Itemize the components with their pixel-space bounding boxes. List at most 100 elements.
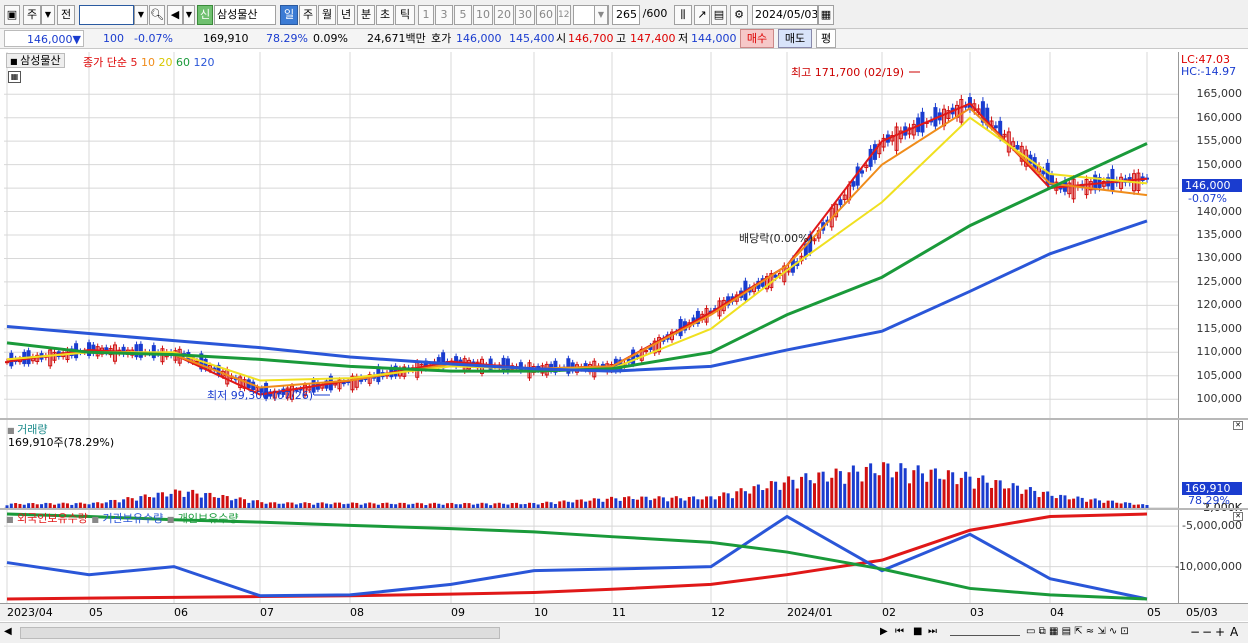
volume-bar (739, 488, 743, 508)
speaker-dropdown-icon[interactable]: ▼ (183, 5, 195, 25)
volume-bar (631, 499, 635, 508)
stock-name-field[interactable]: 삼성물산 (214, 5, 276, 25)
price-chart[interactable]: 최고 171,700 (02/19) 최저 99,300 (07/26) 배당락(0… (4, 52, 1178, 418)
scroll-thumb[interactable] (20, 627, 500, 639)
font-icon[interactable]: A (1230, 625, 1238, 639)
save-icon[interactable]: ▤ (711, 5, 727, 25)
volume-bar (718, 496, 721, 508)
ma-legend-60[interactable]: 60 (176, 56, 190, 69)
zoom-in-icon[interactable]: − (1202, 625, 1212, 639)
volume-bar (644, 496, 648, 508)
volume-bar (860, 481, 864, 508)
panel-close-icon[interactable]: ✕ (1233, 421, 1243, 430)
evaluate-button[interactable]: 평 (816, 29, 836, 48)
panel-close-icon[interactable]: ✕ (1233, 512, 1243, 521)
low-price: 144,000 (691, 32, 737, 45)
zoom-out-icon[interactable]: − (1190, 625, 1200, 639)
speaker-icon[interactable]: ◀ (167, 5, 183, 25)
interval-5[interactable]: 5 (454, 5, 472, 25)
volume-bar (1106, 500, 1110, 508)
change-value: 100 (103, 32, 124, 45)
legend-institution[interactable]: 기관보유수량 (102, 512, 163, 525)
legend-foreign[interactable]: 외국인보유수량 (17, 512, 88, 525)
ma-legend-120[interactable]: 120 (193, 56, 214, 69)
search-icon[interactable]: 🔍︎ (149, 5, 165, 25)
tab-minute[interactable]: 분 (357, 5, 375, 25)
chevron-down-icon[interactable]: ▼ (41, 5, 55, 25)
interval-dropdown-icon[interactable]: ▼ (594, 5, 608, 25)
y-tick-label: 110,000 (1196, 345, 1243, 359)
scroll-left-icon[interactable]: ◀ (4, 626, 12, 637)
draw-tool-icon[interactable]: ↗ (694, 5, 710, 25)
volume-bar (208, 492, 212, 508)
stock-chip[interactable]: ■ 삼성물산 (6, 53, 65, 68)
y-tick-label: 140,000 (1196, 204, 1243, 218)
volume-bar (804, 473, 808, 508)
interval-10[interactable]: 10 (473, 5, 493, 25)
candle-body (993, 125, 998, 129)
y-tick-label: 160,000 (1196, 110, 1243, 124)
volume-chart[interactable] (4, 420, 1178, 508)
tab-day[interactable]: 일 (280, 5, 298, 25)
x-tick-label: 2024/01 (787, 606, 833, 619)
calendar-icon[interactable]: ▦ (818, 5, 834, 25)
interval-30[interactable]: 30 (515, 5, 535, 25)
y-tick-label: 125,000 (1196, 274, 1243, 288)
interval-1[interactable]: 1 (418, 5, 434, 25)
y-tick-label: 115,000 (1196, 321, 1243, 335)
volume-bar (977, 477, 981, 508)
step-forward-icon[interactable]: ⏭ (928, 626, 937, 637)
x-tick-label: 09 (451, 606, 465, 619)
interval-3[interactable]: 3 (435, 5, 453, 25)
legend-individual[interactable]: 개인보유수량 (178, 512, 239, 525)
step-back-icon[interactable]: ⏮ (895, 626, 904, 637)
volume-bar (130, 498, 134, 508)
ma-legend-20[interactable]: 20 (158, 56, 172, 69)
play-icon[interactable]: ▶ (880, 626, 888, 637)
stop-icon[interactable]: ■ (913, 626, 922, 637)
interval-20[interactable]: 20 (494, 5, 514, 25)
code-dropdown-icon[interactable]: ▼ (134, 5, 148, 25)
tab-second[interactable]: 초 (376, 5, 394, 25)
candle-style-icon[interactable]: ⫼ (674, 5, 692, 25)
volume-bar (238, 497, 242, 508)
interval-120[interactable]: 120 (557, 5, 571, 25)
x-tick-label: 11 (612, 606, 626, 619)
sell-button[interactable]: 매도 (778, 29, 812, 48)
volume-bar (994, 480, 998, 508)
volume-bar (687, 496, 691, 508)
window-menu-icon[interactable]: ▣ (4, 5, 20, 25)
y-tick-label: -5,000,000 (1182, 519, 1242, 533)
gear-icon[interactable]: ⚙ (730, 5, 748, 25)
grid-toggle-icon[interactable]: ▦ (8, 71, 21, 83)
volume-bar (648, 500, 652, 508)
scroll-bar[interactable]: ◀ ▶ ⏮ ■ ⏭ ▭ ⧉ ▦ ▤ ⇱ ≈ ⇲ ∿ ⊡ − − + A (0, 622, 1248, 643)
ask-price-2: 145,400 (509, 32, 555, 45)
volume-bar (1054, 498, 1058, 508)
volume-bar (964, 471, 968, 508)
plus-icon[interactable]: + (1215, 625, 1225, 639)
ma-legend-10[interactable]: 10 (141, 56, 155, 69)
ma-legend-5[interactable]: 5 (130, 56, 137, 69)
layout-icon[interactable]: ▭ ⧉ ▦ ▤ ⇱ ≈ ⇲ ∿ ⊡ (1026, 626, 1129, 637)
credit-badge: 신 (197, 5, 213, 25)
zoom-slider[interactable] (950, 628, 1020, 636)
tab-year[interactable]: 년 (337, 5, 355, 25)
all-button[interactable]: 전 (57, 5, 75, 25)
volume-bar (679, 498, 683, 508)
tab-month[interactable]: 월 (318, 5, 336, 25)
count-input[interactable]: 265 (612, 5, 640, 25)
tab-tick[interactable]: 틱 (395, 5, 415, 25)
volume-bar (873, 473, 877, 508)
stock-code-input[interactable]: 028260 (79, 5, 134, 25)
volume-bar (968, 476, 972, 508)
tab-week[interactable]: 주 (299, 5, 317, 25)
volume-bar (1007, 488, 1011, 508)
candle-body (1041, 170, 1046, 175)
market-type-button[interactable]: 주 (23, 5, 41, 25)
date-input[interactable]: 2024/05/03 (752, 5, 818, 25)
volume-bar (1110, 500, 1114, 508)
interval-60[interactable]: 60 (536, 5, 556, 25)
volume-bar (713, 499, 717, 508)
buy-button[interactable]: 매수 (740, 29, 774, 48)
